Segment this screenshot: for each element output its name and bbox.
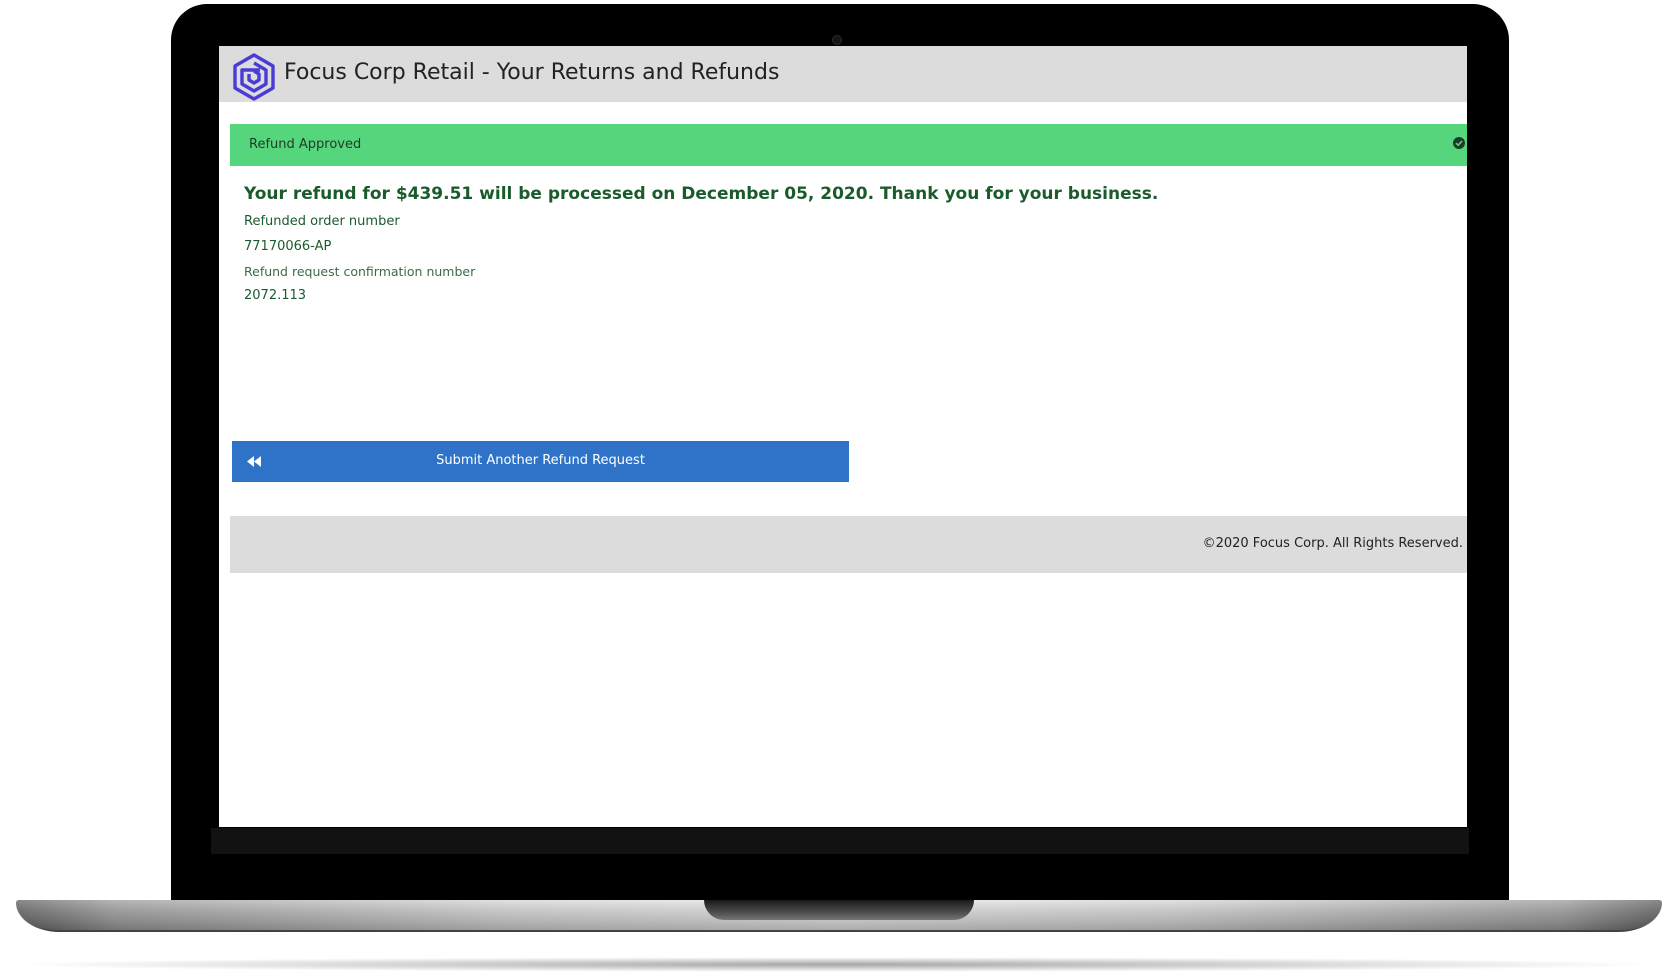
order-number-value: 77170066-AP [244, 239, 332, 254]
copyright-text: ©2020 Focus Corp. All Rights Reserved. [1202, 536, 1463, 551]
app-header: Focus Corp Retail - Your Returns and Ref… [219, 46, 1467, 102]
confirmation-number-value: 2072.113 [244, 288, 307, 303]
app-window: Focus Corp Retail - Your Returns and Ref… [219, 46, 1467, 827]
focus-corp-logo-icon [233, 53, 275, 101]
check-circle-icon [1453, 137, 1465, 149]
webcam [832, 35, 842, 45]
footer: ©2020 Focus Corp. All Rights Reserved. [230, 516, 1467, 573]
app-title: Focus Corp Retail - Your Returns and Ref… [284, 60, 780, 85]
status-banner: Refund Approved [230, 124, 1467, 166]
submit-another-refund-button[interactable]: Submit Another Refund Request [232, 441, 849, 482]
refund-message: Your refund for $439.51 will be processe… [244, 184, 1159, 204]
submit-another-refund-label: Submit Another Refund Request [436, 453, 645, 468]
confirmation-number-label: Refund request confirmation number [244, 264, 476, 279]
screen-bezel [211, 828, 1469, 854]
laptop-shadow [0, 957, 1666, 972]
status-banner-label: Refund Approved [249, 137, 362, 152]
refund-details: Your refund for $439.51 will be processe… [244, 183, 1444, 303]
laptop-notch [704, 900, 974, 920]
order-number-label: Refunded order number [244, 214, 400, 229]
